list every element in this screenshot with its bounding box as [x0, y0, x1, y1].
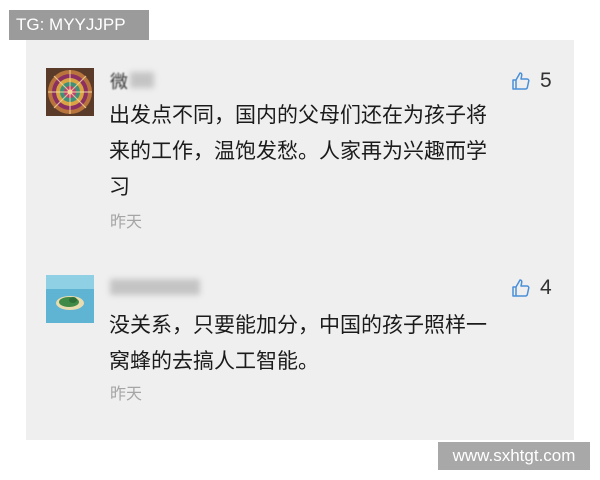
comment-time: 昨天	[110, 384, 143, 403]
comment-time: 昨天	[110, 212, 143, 231]
user-avatar[interactable]	[46, 275, 94, 323]
author-name-blurred	[130, 72, 154, 88]
author-name-blurred[interactable]	[110, 279, 200, 295]
comment-text: 出发点不同，国内的父母们还在为孩子将 来的工作，温饱发愁。人家再为兴趣而学 习	[109, 103, 487, 199]
thumbs-up-icon	[512, 72, 530, 90]
like-count: 5	[540, 69, 552, 92]
island-avatar-icon	[46, 275, 94, 323]
top-left-tag: TG: MYYJJPP	[9, 10, 149, 40]
site-watermark: www.sxhtgt.com	[438, 442, 590, 470]
comment-text: 没关系，只要能加分，中国的孩子照样一 窝蜂的去搞人工智能。	[109, 313, 487, 373]
mandala-avatar-icon	[46, 68, 94, 116]
like-count: 4	[540, 276, 552, 299]
user-avatar[interactable]	[46, 68, 94, 116]
author-name[interactable]: 微	[110, 68, 128, 94]
like-button[interactable]: 4	[511, 275, 552, 301]
like-button[interactable]: 5	[511, 68, 552, 94]
thumbs-up-icon	[512, 279, 530, 297]
